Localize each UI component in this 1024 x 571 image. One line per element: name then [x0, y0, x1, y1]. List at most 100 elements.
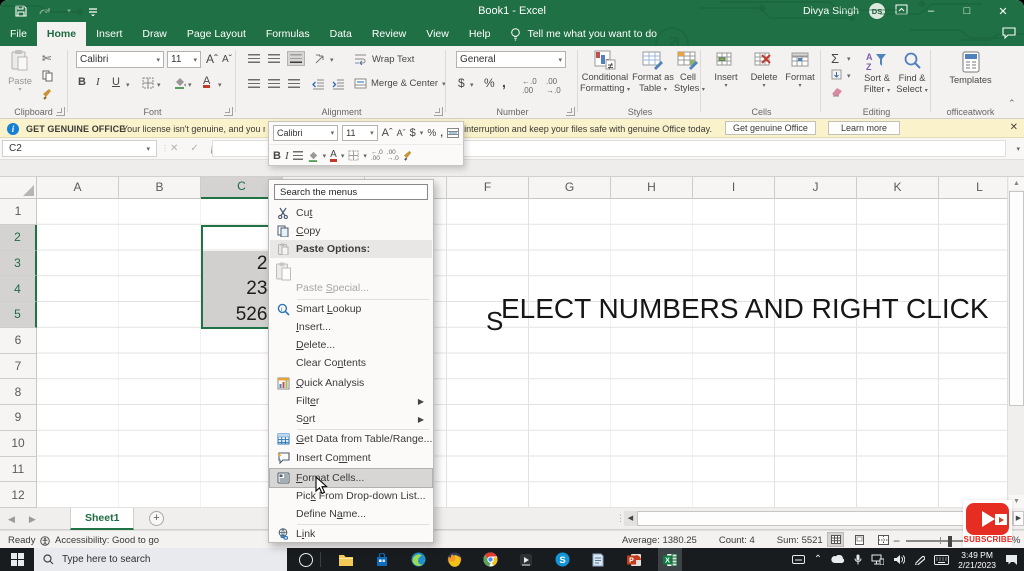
store-icon[interactable] [370, 548, 394, 571]
sort-filter-button[interactable]: AZ Sort & Filter ▾ [859, 51, 895, 97]
name-box[interactable]: C2 ▾ [2, 140, 157, 157]
close-button[interactable]: ✕ [990, 1, 1016, 21]
row-header-1[interactable]: 1 [0, 199, 37, 225]
accounting-dropdown-icon[interactable]: ▾ [470, 81, 474, 89]
menu-search-input[interactable]: Search the menus [274, 184, 428, 200]
tab-view[interactable]: View [416, 22, 459, 46]
mini-grow-font-icon[interactable]: Aˆ [382, 127, 393, 139]
templates-button[interactable]: Templates [943, 51, 998, 85]
decrease-decimal-icon[interactable]: .00 →.0 [546, 77, 561, 95]
mini-accounting-dropdown-icon[interactable]: ▾ [420, 129, 424, 137]
prev-sheet-icon[interactable]: ◀ [8, 514, 15, 525]
underline-dropdown-icon[interactable]: ▾ [126, 81, 130, 89]
wrap-text-button[interactable]: Wrap Text [354, 54, 414, 65]
mini-shrink-font-icon[interactable]: Aˇ [397, 128, 406, 138]
vertical-scrollbar[interactable]: ▲ ▼ [1007, 177, 1024, 508]
column-header-J[interactable]: J [775, 177, 857, 199]
menu-item-cut[interactable]: Cut [270, 204, 432, 222]
learn-more-button[interactable]: Learn more [828, 121, 900, 135]
collapse-ribbon-icon[interactable]: ⌃ [1008, 98, 1016, 109]
row-header-2[interactable]: 2 [0, 224, 37, 251]
tab-formulas[interactable]: Formulas [256, 22, 320, 46]
tab-home[interactable]: Home [36, 22, 87, 46]
bold-button[interactable]: B [78, 76, 86, 88]
youtube-logo[interactable] [966, 503, 1009, 535]
row-header-4[interactable]: 4 [0, 276, 37, 302]
menu-item-delete[interactable]: Delete... [270, 336, 432, 354]
font-name-select[interactable]: Calibri ▾ [76, 51, 164, 68]
volume-icon[interactable] [893, 554, 906, 565]
mini-bold-button[interactable]: B [273, 150, 281, 162]
grow-font-icon[interactable]: Aˆ [206, 52, 218, 66]
cell-styles-button[interactable]: Cell Styles ▾ [674, 50, 705, 96]
page-break-view-icon[interactable] [876, 533, 891, 546]
tab-page-layout[interactable]: Page Layout [177, 22, 256, 46]
tab-help[interactable]: Help [459, 22, 501, 46]
maximize-button[interactable]: □ [954, 1, 980, 21]
increase-indent-icon[interactable] [332, 79, 345, 90]
column-header-F[interactable]: F [447, 177, 529, 199]
number-format-select[interactable]: General ▾ [456, 51, 566, 68]
fill-icon[interactable] [831, 69, 842, 80]
mini-accounting-icon[interactable]: $ [410, 127, 416, 139]
new-sheet-icon[interactable]: + [149, 511, 164, 526]
menu-item-get-data-from-table-range[interactable]: Get Data from Table/Range... [270, 430, 432, 448]
align-right-icon[interactable] [288, 79, 300, 88]
scroll-left-icon[interactable]: ◀ [624, 511, 637, 526]
mini-increase-decimal-icon[interactable]: ←.0.00 [371, 149, 383, 162]
fill-color-icon[interactable] [173, 76, 186, 89]
row-header-8[interactable]: 8 [0, 379, 37, 405]
powerpoint-icon[interactable]: P [622, 548, 646, 571]
menu-item-paste-options[interactable]: Paste Options: [270, 240, 432, 258]
alignment-dialog-launcher-icon[interactable] [434, 107, 443, 116]
menu-item-paste-special[interactable]: Paste Special... [270, 279, 432, 297]
clipboard-dialog-launcher-icon[interactable] [56, 107, 65, 116]
row-header-11[interactable]: 11 [0, 456, 37, 483]
increase-decimal-icon[interactable]: ←.0.00 [522, 77, 537, 95]
font-size-select[interactable]: 11 ▾ [167, 51, 201, 68]
row-header-7[interactable]: 7 [0, 353, 37, 380]
font-color-icon[interactable]: A [203, 75, 211, 88]
onedrive-icon[interactable] [831, 555, 845, 564]
cell-grid[interactable] [37, 199, 1007, 508]
scroll-right-icon[interactable]: ▶ [1013, 511, 1024, 526]
network-icon[interactable] [871, 554, 885, 565]
vertical-scroll-thumb[interactable] [1009, 191, 1024, 406]
column-header-A[interactable]: A [37, 177, 119, 199]
cut-icon[interactable]: ✄ [42, 52, 51, 65]
percent-style-icon[interactable]: % [484, 76, 495, 90]
notepad-icon[interactable] [586, 548, 610, 571]
menu-item-clear-contents[interactable]: Clear Contents [270, 354, 432, 372]
mini-italic-button[interactable]: I [285, 150, 289, 162]
autosum-icon[interactable]: Σ [831, 51, 839, 66]
tab-insert[interactable]: Insert [86, 22, 132, 46]
mini-comma-icon[interactable]: , [440, 128, 443, 139]
borders-icon[interactable] [142, 77, 154, 89]
font-dialog-launcher-icon[interactable] [224, 107, 233, 116]
chrome-icon[interactable] [478, 548, 502, 571]
mini-fill-color-icon[interactable] [307, 150, 319, 162]
orientation-icon[interactable] [314, 52, 327, 65]
scroll-up-icon[interactable]: ▲ [1009, 177, 1024, 190]
column-header-H[interactable]: H [611, 177, 693, 199]
menu-item-define-name[interactable]: Define Name... [270, 505, 432, 523]
column-header-I[interactable]: I [693, 177, 775, 199]
taskbar-clock[interactable]: 3:49 PM 2/21/2023 [958, 550, 996, 570]
sheet-tab[interactable]: Sheet1 [70, 508, 135, 530]
menu-item-copy[interactable]: Copy [270, 222, 432, 240]
next-sheet-icon[interactable]: ▶ [29, 514, 36, 525]
mini-font-color-icon[interactable]: A [330, 149, 337, 162]
status-accessibility[interactable]: Accessibility: Good to go [40, 535, 159, 546]
menu-item-filter[interactable]: Filter ▶ [270, 392, 432, 410]
message-bar-close-icon[interactable]: ✕ [1010, 122, 1018, 133]
name-box-splitter[interactable]: ⋮ [161, 144, 169, 153]
microphone-icon[interactable] [854, 554, 862, 565]
zoom-handle[interactable] [948, 535, 953, 547]
page-layout-view-icon[interactable] [852, 533, 867, 546]
shrink-font-icon[interactable]: Aˇ [222, 54, 232, 65]
tab-draw[interactable]: Draw [132, 22, 177, 46]
conditional-formatting-button[interactable]: Conditional Formatting ▾ [580, 50, 630, 96]
cancel-formula-icon[interactable]: ✕ [170, 143, 178, 154]
menu-item-link[interactable]: Link [270, 525, 432, 543]
pen-icon[interactable] [914, 554, 926, 565]
